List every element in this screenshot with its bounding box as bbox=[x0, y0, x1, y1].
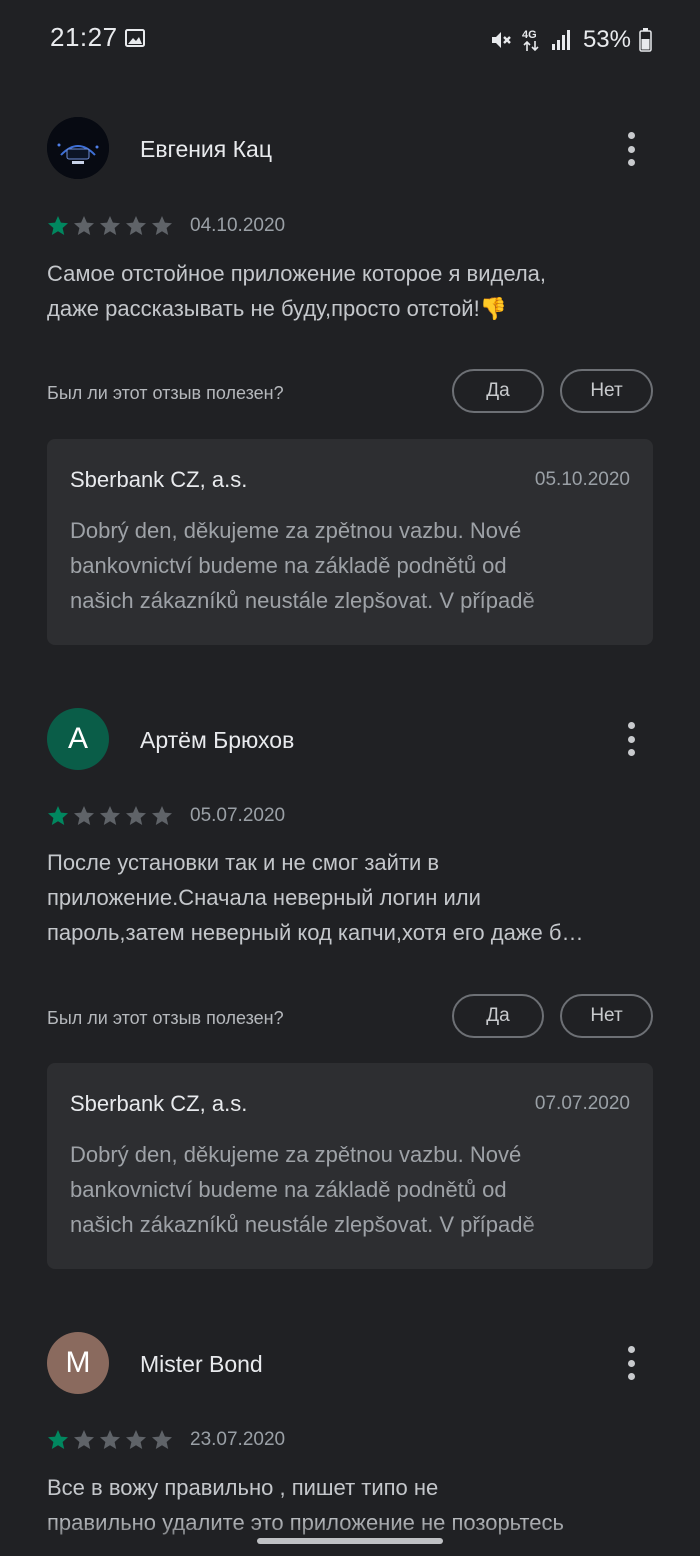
review-date: 23.07.2020 bbox=[190, 1429, 286, 1450]
review-text[interactable]: После установки так и не смог зайти в пр… bbox=[47, 845, 657, 950]
mute-icon bbox=[491, 32, 511, 48]
helpful-no-button[interactable]: Нет bbox=[560, 994, 653, 1038]
author-name: Артём Брюхов bbox=[140, 727, 295, 753]
star-empty-icon bbox=[100, 806, 120, 825]
star-empty-icon bbox=[126, 216, 146, 235]
star-rating bbox=[46, 804, 174, 828]
text-fade bbox=[523, 1208, 583, 1243]
developer-reply[interactable]: Sberbank CZ, a.s. 07.07.2020 Dobrý den, … bbox=[47, 1063, 653, 1269]
star-empty-icon bbox=[152, 1430, 172, 1449]
review-text-line: Все в вожу правильно , пишет типо не bbox=[47, 1475, 439, 1500]
status-bar: 21:27 4G 53% bbox=[0, 0, 700, 80]
developer-name: Sberbank CZ, a.s. bbox=[70, 467, 248, 492]
helpful-question: Был ли этот отзыв полезен? bbox=[47, 383, 284, 403]
helpful-question: Был ли этот отзыв полезен? bbox=[47, 1008, 284, 1028]
bottom-fade bbox=[0, 1515, 700, 1556]
more-options-icon[interactable] bbox=[624, 722, 638, 756]
avatar-photo-icon bbox=[47, 117, 109, 179]
svg-text:4G: 4G bbox=[522, 29, 537, 41]
reply-text-line: Dobrý den, děkujeme za zpětnou vazbu. No… bbox=[70, 518, 522, 543]
review-text-line: После установки так и не смог зайти в bbox=[47, 850, 440, 875]
star-empty-icon bbox=[74, 1430, 94, 1449]
star-filled-icon bbox=[48, 216, 68, 235]
review-text-line: даже рассказывать не буду,просто отстой!… bbox=[47, 296, 508, 321]
helpful-yes-button[interactable]: Да bbox=[452, 369, 544, 413]
star-empty-icon bbox=[126, 806, 146, 825]
star-empty-icon bbox=[100, 1430, 120, 1449]
status-time: 21:27 bbox=[50, 22, 118, 52]
signal-icon bbox=[551, 30, 570, 50]
reply-text-line: Dobrý den, děkujeme za zpětnou vazbu. No… bbox=[70, 1142, 522, 1167]
star-filled-icon bbox=[48, 1430, 68, 1449]
reply-date: 07.07.2020 bbox=[534, 1093, 630, 1114]
helpful-yes-button[interactable]: Да bbox=[452, 994, 544, 1038]
star-empty-icon bbox=[152, 216, 172, 235]
review-date: 05.07.2020 bbox=[190, 805, 286, 826]
gallery-icon bbox=[125, 29, 145, 47]
avatar[interactable]: M bbox=[47, 1332, 109, 1394]
author-name: Евгения Кац bbox=[140, 136, 272, 162]
star-empty-icon bbox=[74, 806, 94, 825]
more-options-icon[interactable] bbox=[624, 1346, 638, 1380]
review-date: 04.10.2020 bbox=[190, 215, 286, 236]
status-icons: 4G 53% bbox=[489, 24, 652, 56]
battery-icon bbox=[639, 28, 652, 52]
review-text-line: Самое отстойное приложение которое я вид… bbox=[47, 261, 547, 286]
star-filled-icon bbox=[48, 806, 68, 825]
battery-percent: 53% bbox=[582, 26, 631, 53]
star-empty-icon bbox=[126, 1430, 146, 1449]
developer-reply[interactable]: Sberbank CZ, a.s. 05.10.2020 Dobrý den, … bbox=[47, 439, 653, 645]
review-text-line: приложение.Сначала неверный логин или bbox=[47, 885, 481, 910]
star-empty-icon bbox=[74, 216, 94, 235]
more-options-icon[interactable] bbox=[624, 132, 638, 166]
reply-text-line: bankovnictví budeme na základě podnětů o… bbox=[70, 1177, 507, 1202]
star-rating bbox=[46, 1428, 174, 1452]
author-name: Mister Bond bbox=[140, 1351, 263, 1377]
avatar[interactable]: A bbox=[47, 708, 109, 770]
avatar-letter: M bbox=[65, 1346, 91, 1379]
avatar-letter: A bbox=[67, 722, 88, 755]
review-text-line: пароль,затем неверный код капчи,хотя его… bbox=[47, 920, 584, 945]
review-text[interactable]: Самое отстойное приложение которое я вид… bbox=[47, 256, 657, 326]
network-icon: 4G bbox=[522, 29, 539, 52]
reply-text-line: bankovnictví budeme na základě podnětů o… bbox=[70, 553, 507, 578]
reply-date: 05.10.2020 bbox=[534, 469, 630, 490]
helpful-no-button[interactable]: Нет bbox=[560, 369, 653, 413]
avatar[interactable] bbox=[47, 117, 109, 179]
star-empty-icon bbox=[152, 806, 172, 825]
text-fade bbox=[523, 584, 583, 619]
home-indicator[interactable] bbox=[257, 1538, 443, 1544]
star-rating bbox=[46, 214, 174, 238]
developer-name: Sberbank CZ, a.s. bbox=[70, 1091, 248, 1116]
star-empty-icon bbox=[100, 216, 120, 235]
